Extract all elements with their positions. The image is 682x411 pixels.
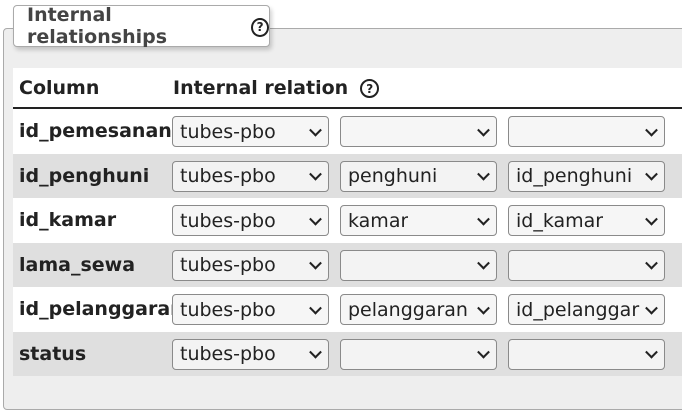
chevron-down-icon xyxy=(645,167,658,181)
table-select[interactable] xyxy=(340,338,497,370)
chevron-down-icon xyxy=(309,123,322,137)
column-select[interactable] xyxy=(508,116,665,147)
table-row: id_pemesanan tubes-pbo xyxy=(13,109,682,154)
table-select-value: pelanggaran xyxy=(348,298,468,321)
chevron-down-icon xyxy=(477,256,490,270)
column-select-value: id_penghuni xyxy=(516,165,633,187)
table-row: id_kamar tubes-pbo kamar id_kamar xyxy=(13,198,682,243)
column-header: Column xyxy=(19,76,100,99)
table-select[interactable] xyxy=(340,249,497,281)
chevron-down-icon xyxy=(645,123,658,137)
database-select-value: tubes-pbo xyxy=(180,120,276,143)
column-select[interactable]: id_kamar xyxy=(508,205,665,236)
column-select[interactable]: id_pelanggaran xyxy=(508,294,665,325)
chevron-down-icon xyxy=(645,345,658,359)
column-name: id_pelanggaran xyxy=(19,298,184,321)
table-row: lama_sewa tubes-pbo xyxy=(13,242,682,287)
chevron-down-icon xyxy=(645,256,658,270)
chevron-down-icon xyxy=(309,167,322,181)
column-select[interactable] xyxy=(508,249,665,281)
chevron-down-icon xyxy=(477,167,490,181)
database-select-value: tubes-pbo xyxy=(180,209,276,232)
column-name: lama_sewa xyxy=(19,253,136,276)
column-select[interactable] xyxy=(508,338,665,370)
column-name: status xyxy=(19,342,87,365)
chevron-down-icon xyxy=(309,212,322,226)
column-name: id_pemesanan xyxy=(19,120,172,143)
column-select[interactable]: id_penghuni xyxy=(508,160,665,192)
table-header: Column Internal relation ? xyxy=(13,68,682,109)
help-icon[interactable]: ? xyxy=(251,17,269,37)
chevron-down-icon xyxy=(477,345,490,359)
table-select[interactable]: pelanggaran xyxy=(340,294,497,325)
chevron-down-icon xyxy=(309,301,322,315)
database-select-value: tubes-pbo xyxy=(180,298,276,321)
column-select-value: id_kamar xyxy=(516,209,604,232)
table-row: id_pelanggaran tubes-pbo pelanggaran id_… xyxy=(13,287,682,332)
chevron-down-icon xyxy=(645,301,658,315)
database-select[interactable]: tubes-pbo xyxy=(172,116,329,147)
internal-relation-header: Internal relation ? xyxy=(173,76,380,99)
database-select-value: tubes-pbo xyxy=(180,165,276,187)
database-select[interactable]: tubes-pbo xyxy=(172,160,329,192)
chevron-down-icon xyxy=(477,212,490,226)
table-select[interactable]: kamar xyxy=(340,205,497,236)
relations-table: Column Internal relation ? id_pemesanan … xyxy=(13,68,682,376)
chevron-down-icon xyxy=(309,256,322,270)
internal-relation-header-label: Internal relation xyxy=(173,76,349,99)
table-row: status tubes-pbo xyxy=(13,331,682,376)
table-select-value: penghuni xyxy=(348,165,438,187)
column-name: id_penghuni xyxy=(19,164,150,187)
help-icon[interactable]: ? xyxy=(360,79,380,98)
table-select[interactable] xyxy=(340,116,497,147)
legend-title: Internal relationships xyxy=(27,4,168,48)
table-row: id_penghuni tubes-pbo penghuni id_penghu… xyxy=(13,153,682,198)
column-name: id_kamar xyxy=(19,209,117,232)
database-select-value: tubes-pbo xyxy=(180,254,276,276)
column-select-value: id_pelanggaran xyxy=(516,298,640,321)
chevron-down-icon xyxy=(477,123,490,137)
internal-relationships-legend: Internal relationships ? xyxy=(13,4,270,48)
database-select[interactable]: tubes-pbo xyxy=(172,205,329,236)
table-select[interactable]: penghuni xyxy=(340,160,497,192)
chevron-down-icon xyxy=(477,301,490,315)
chevron-down-icon xyxy=(645,212,658,226)
table-select-value: kamar xyxy=(348,209,409,232)
database-select-value: tubes-pbo xyxy=(180,343,276,365)
chevron-down-icon xyxy=(309,345,322,359)
database-select[interactable]: tubes-pbo xyxy=(172,249,329,281)
database-select[interactable]: tubes-pbo xyxy=(172,338,329,370)
database-select[interactable]: tubes-pbo xyxy=(172,294,329,325)
